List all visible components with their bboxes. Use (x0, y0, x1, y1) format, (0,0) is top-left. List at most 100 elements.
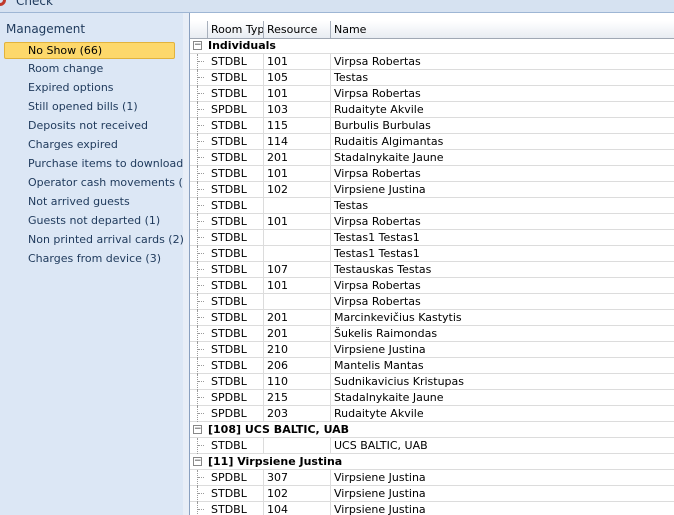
sidebar-item-charges-from-device[interactable]: Charges from device (3) (28, 251, 161, 267)
table-row[interactable]: STDBL 101 Virpsa Robertas (190, 86, 674, 102)
cell-resource (264, 246, 331, 261)
sidebar-item-guests-not-departed[interactable]: Guests not departed (1) (28, 213, 160, 229)
table-row[interactable]: STDBL Testas (190, 198, 674, 214)
cell-room-type: STDBL (208, 438, 264, 453)
cell-resource: 104 (264, 502, 331, 515)
tree-connector (197, 374, 206, 390)
sidebar-item-expired-options[interactable]: Expired options (28, 80, 114, 96)
table-row[interactable]: STDBL Testas1 Testas1 (190, 246, 674, 262)
collapse-icon[interactable]: − (193, 425, 202, 434)
tree-connector (197, 262, 206, 278)
table-row[interactable]: SPDBL 307 Virpsiene Justina (190, 470, 674, 486)
table-row[interactable]: STDBL 110 Sudnikavicius Kristupas (190, 374, 674, 390)
cell-room-type: STDBL (208, 502, 264, 515)
cell-name: Rudaityte Akvile (331, 406, 674, 421)
cell-resource: 101 (264, 86, 331, 101)
sidebar-item-operator-cash-movements[interactable]: Operator cash movements (1) (28, 175, 194, 191)
table-row[interactable]: STDBL UCS BALTIC, UAB (190, 438, 674, 454)
table-row[interactable]: SPDBL 215 Stadalnykaite Jaune (190, 390, 674, 406)
column-header-name[interactable]: Name (331, 21, 674, 38)
cell-resource: 210 (264, 342, 331, 357)
table-row[interactable]: STDBL 114 Rudaitis Algimantas (190, 134, 674, 150)
cell-resource (264, 230, 331, 245)
table-row[interactable]: STDBL 210 Virpsiene Justina (190, 342, 674, 358)
cell-resource: 206 (264, 358, 331, 373)
cell-name: Mantelis Mantas (331, 358, 674, 373)
tree-connector (197, 342, 206, 358)
cell-room-type: STDBL (208, 134, 264, 149)
tree-connector (197, 214, 206, 230)
table-row[interactable]: STDBL 104 Virpsiene Justina (190, 502, 674, 515)
cell-room-type: STDBL (208, 54, 264, 69)
table-row[interactable]: STDBL 101 Virpsa Robertas (190, 214, 674, 230)
cell-room-type: STDBL (208, 294, 264, 309)
tree-connector (197, 118, 206, 134)
app-logo-icon (0, 0, 6, 6)
table-row[interactable]: STDBL 206 Mantelis Mantas (190, 358, 674, 374)
cell-room-type: STDBL (208, 150, 264, 165)
cell-resource: 101 (264, 278, 331, 293)
tree-connector (197, 326, 206, 342)
sidebar-item-deposits-not-received[interactable]: Deposits not received (28, 118, 148, 134)
grid-header: Room Typ Resource Name (190, 21, 674, 39)
table-row[interactable]: STDBL 101 Virpsa Robertas (190, 54, 674, 70)
table-row[interactable]: STDBL 201 Marcinkevičius Kastytis (190, 310, 674, 326)
cell-resource: 101 (264, 54, 331, 69)
cell-name: Šukelis Raimondas (331, 326, 674, 341)
table-row[interactable]: STDBL 107 Testauskas Testas (190, 262, 674, 278)
table-row[interactable]: SPDBL 203 Rudaityte Akvile (190, 406, 674, 422)
table-row[interactable]: STDBL 105 Testas (190, 70, 674, 86)
tree-connector (197, 134, 206, 150)
column-header-room-type[interactable]: Room Typ (208, 21, 264, 38)
tree-connector (197, 230, 206, 246)
cell-room-type: SPDBL (208, 406, 264, 421)
cell-name: Stadalnykaite Jaune (331, 150, 674, 165)
cell-name: Testas (331, 198, 674, 213)
cell-room-type: STDBL (208, 198, 264, 213)
sidebar-item-not-arrived-guests[interactable]: Not arrived guests (28, 194, 130, 210)
cell-name: Virpsiene Justina (331, 470, 674, 485)
cell-resource: 101 (264, 214, 331, 229)
tree-connector (197, 150, 206, 166)
cell-name: Virpsiene Justina (331, 342, 674, 357)
cell-resource: 201 (264, 310, 331, 325)
table-row[interactable]: STDBL 102 Virpsiene Justina (190, 486, 674, 502)
group-row[interactable]: − [108] UCS BALTIC, UAB (190, 422, 674, 438)
collapse-icon[interactable]: − (193, 41, 202, 50)
cell-room-type: STDBL (208, 230, 264, 245)
cell-name: Virpsa Robertas (331, 214, 674, 229)
sidebar-item-purchase-items-to-download[interactable]: Purchase items to download (28, 156, 183, 172)
cell-room-type: STDBL (208, 326, 264, 341)
cell-room-type: STDBL (208, 166, 264, 181)
cell-name: Virpsa Robertas (331, 278, 674, 293)
table-row[interactable]: STDBL 101 Virpsa Robertas (190, 278, 674, 294)
table-row[interactable]: STDBL 201 Stadalnykaite Jaune (190, 150, 674, 166)
group-row[interactable]: − [11] Virpsiene Justina (190, 454, 674, 470)
cell-room-type: STDBL (208, 486, 264, 501)
table-row[interactable]: STDBL 201 Šukelis Raimondas (190, 326, 674, 342)
collapse-icon[interactable]: − (193, 457, 202, 466)
sidebar-item-charges-expired[interactable]: Charges expired (28, 137, 118, 153)
cell-room-type: STDBL (208, 310, 264, 325)
tree-connector (197, 438, 206, 454)
tree-connector (197, 390, 206, 406)
cell-name: UCS BALTIC, UAB (331, 438, 674, 453)
cell-resource: 215 (264, 390, 331, 405)
table-row[interactable]: SPDBL 103 Rudaityte Akvile (190, 102, 674, 118)
group-row[interactable]: − Individuals (190, 38, 674, 54)
cell-resource: 107 (264, 262, 331, 277)
sidebar-item-room-change[interactable]: Room change (28, 61, 103, 77)
table-row[interactable]: STDBL Testas1 Testas1 (190, 230, 674, 246)
column-header-resource[interactable]: Resource (264, 21, 331, 38)
sidebar-item-non-printed-arrival-cards[interactable]: Non printed arrival cards (2) (28, 232, 184, 248)
table-row[interactable]: STDBL 101 Virpsa Robertas (190, 166, 674, 182)
tree-connector (197, 182, 206, 198)
cell-name: Stadalnykaite Jaune (331, 390, 674, 405)
cell-room-type: STDBL (208, 182, 264, 197)
cell-name: Marcinkevičius Kastytis (331, 310, 674, 325)
table-row[interactable]: STDBL Virpsa Robertas (190, 294, 674, 310)
sidebar-item-still-opened-bills[interactable]: Still opened bills (1) (28, 99, 138, 115)
sidebar-item-no-show[interactable]: No Show (66) (4, 42, 175, 59)
table-row[interactable]: STDBL 115 Burbulis Burbulas (190, 118, 674, 134)
table-row[interactable]: STDBL 102 Virpsiene Justina (190, 182, 674, 198)
